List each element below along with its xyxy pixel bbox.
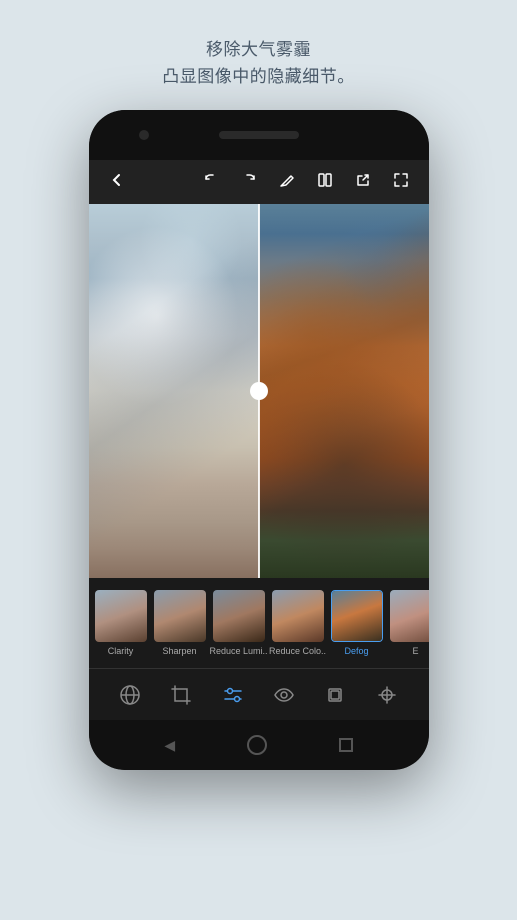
thumbnail-reduce-lumi-img [213, 590, 265, 642]
compare-button[interactable] [311, 172, 339, 193]
fullscreen-button[interactable] [387, 172, 415, 193]
nav-back-button[interactable]: ◀ [164, 737, 175, 754]
layers-button[interactable] [317, 677, 353, 713]
back-button[interactable] [103, 171, 131, 194]
thumbnail-strip: Clarity Sharpen Reduce Lumi.. [89, 578, 429, 668]
toolbar-right-icons [197, 172, 415, 193]
thumbnail-reduce-lumi-label: Reduce Lumi.. [209, 646, 267, 656]
image-after [259, 204, 429, 578]
heal-button[interactable] [369, 677, 405, 713]
phone-screen: Clarity Sharpen Reduce Lumi.. [89, 160, 429, 720]
phone-frame: Clarity Sharpen Reduce Lumi.. [89, 110, 429, 770]
mountain-overlay-right [259, 204, 429, 578]
thumbnail-clarity[interactable]: Clarity [93, 590, 149, 656]
thumbnail-clarity-img [95, 590, 147, 642]
share-button[interactable] [349, 172, 377, 193]
thumbnail-sharpen[interactable]: Sharpen [152, 590, 208, 656]
crop-button[interactable] [163, 677, 199, 713]
phone-bottom-bar: ◀ [89, 720, 429, 770]
thumbnail-e[interactable]: E [388, 590, 429, 656]
thumbnail-reduce-colo[interactable]: Reduce Colo.. [270, 590, 326, 656]
nav-recent-button[interactable] [339, 738, 353, 752]
thumbnail-defog-label: Defog [344, 646, 368, 656]
title-line2: 凸显图像中的隐藏细节。 [162, 63, 355, 90]
adjust-button[interactable] [215, 677, 251, 713]
presets-button[interactable] [112, 677, 148, 713]
phone-speaker [219, 131, 299, 139]
undo-button[interactable] [197, 172, 225, 193]
thumbnail-sharpen-label: Sharpen [162, 646, 196, 656]
image-area[interactable] [89, 204, 429, 578]
mountain-overlay-left [89, 204, 259, 578]
thumbnail-reduce-colo-img [272, 590, 324, 642]
image-before [89, 204, 259, 578]
thumbnail-reduce-colo-label: Reduce Colo.. [269, 646, 326, 656]
bottom-toolbar [89, 668, 429, 720]
thumbnail-defog-img [331, 590, 383, 642]
selective-button[interactable] [266, 677, 302, 713]
top-description: 移除大气雾霾 凸显图像中的隐藏细节。 [122, 0, 395, 110]
thumbnail-reduce-lumi[interactable]: Reduce Lumi.. [211, 590, 267, 656]
thumbnail-defog[interactable]: Defog [329, 590, 385, 656]
phone-camera [139, 130, 149, 140]
nav-home-button[interactable] [247, 735, 267, 755]
redo-button[interactable] [235, 172, 263, 193]
page-wrapper: 移除大气雾霾 凸显图像中的隐藏细节。 [0, 0, 517, 920]
app-toolbar [89, 160, 429, 204]
edit-button[interactable] [273, 172, 301, 193]
image-split [89, 204, 429, 578]
split-handle[interactable] [250, 382, 268, 400]
phone-top-bar [89, 110, 429, 160]
thumbnail-clarity-label: Clarity [108, 646, 134, 656]
thumbnail-e-img [390, 590, 429, 642]
split-divider[interactable] [258, 204, 260, 578]
thumbnail-sharpen-img [154, 590, 206, 642]
title-line1: 移除大气雾霾 [162, 36, 355, 63]
thumbnail-e-label: E [412, 646, 418, 656]
